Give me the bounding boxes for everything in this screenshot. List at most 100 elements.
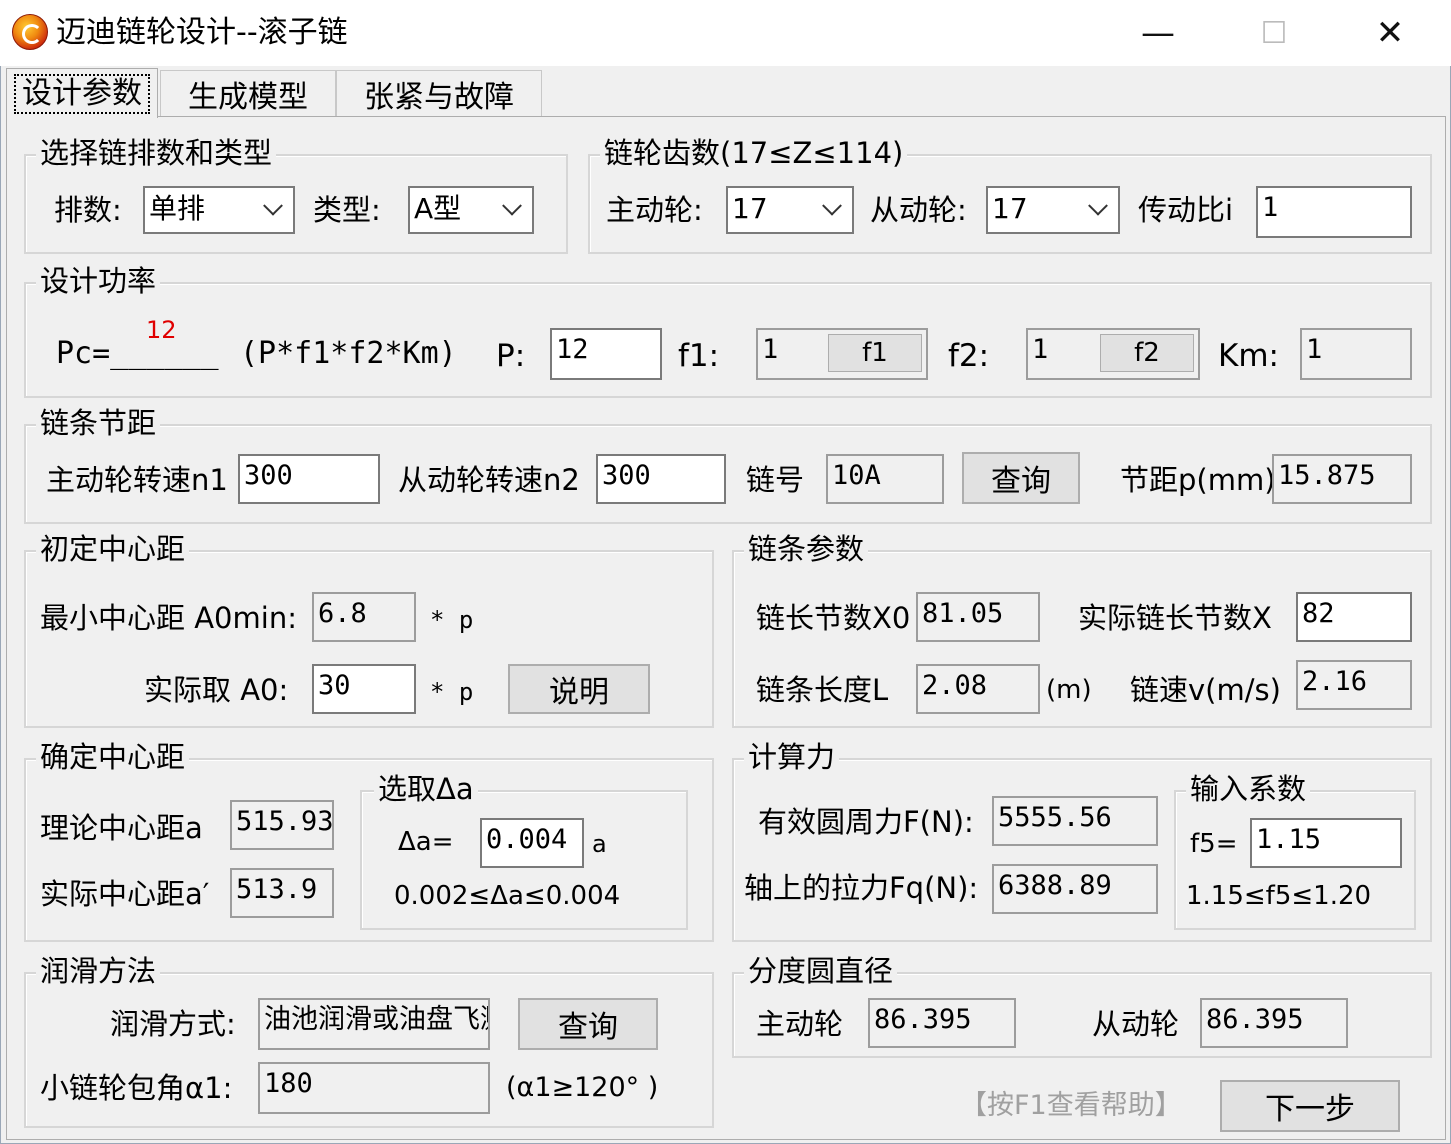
delta-unit: a	[592, 830, 607, 858]
x-field[interactable]: 82	[1296, 592, 1412, 642]
length-label: 链条长度L	[756, 673, 889, 707]
n1-field[interactable]: 300	[238, 454, 380, 504]
rows-label: 排数:	[54, 193, 122, 227]
chevron-down-icon	[500, 188, 524, 232]
rows-select[interactable]: 单排	[143, 186, 295, 234]
chain-query-button[interactable]: 查询	[962, 452, 1080, 504]
type-value: A型	[414, 192, 462, 225]
explain-button[interactable]: 说明	[508, 664, 650, 714]
min-center-label: 最小中心距 A0min:	[40, 601, 297, 635]
close-button[interactable]: ✕	[1332, 0, 1448, 66]
theory-center-field: 515.93	[230, 800, 334, 850]
p-label: P:	[496, 338, 526, 374]
driver-teeth-select[interactable]: 17	[726, 186, 854, 234]
actual-a0-label: 实际取 A0:	[144, 673, 289, 707]
rows-value: 单排	[149, 192, 206, 225]
delta-field[interactable]: 0.004	[480, 818, 584, 868]
chevron-down-icon	[820, 188, 844, 232]
driven-teeth-select[interactable]: 17	[986, 186, 1120, 234]
driver-teeth-label: 主动轮:	[606, 193, 703, 227]
group-title: 链轮齿数(17≤Z≤114)	[600, 136, 908, 170]
type-select[interactable]: A型	[408, 186, 534, 234]
group-title: 设计功率	[36, 264, 161, 298]
speed-label: 链速v(m/s)	[1130, 673, 1281, 707]
next-step-button[interactable]: 下一步	[1220, 1080, 1400, 1132]
x-label: 实际链长节数X	[1078, 601, 1272, 635]
effective-force-label: 有效圆周力F(N):	[758, 805, 974, 839]
chain-no-label: 链号	[746, 463, 805, 497]
f1-label: f1:	[678, 338, 720, 374]
speed-field: 2.16	[1296, 660, 1412, 710]
driven-dia-field: 86.395	[1200, 998, 1348, 1048]
x0-label: 链长节数X0	[756, 601, 911, 635]
chevron-down-icon	[261, 188, 285, 232]
f2-label: f2:	[948, 338, 990, 374]
group-title: 链条节距	[36, 406, 161, 440]
chevron-down-icon	[1086, 188, 1110, 232]
km-label: Km:	[1218, 338, 1279, 374]
min-center-field: 6.8	[312, 592, 416, 642]
wrap-angle-label: 小链轮包角α1:	[40, 1071, 233, 1105]
tab-design-params[interactable]: 设计参数	[6, 68, 158, 118]
length-unit: (m)	[1046, 675, 1092, 705]
group-title: 选择链排数和类型	[36, 136, 277, 170]
actual-center-label: 实际中心距a′	[40, 877, 210, 911]
p-field[interactable]: 12	[550, 328, 662, 380]
app-logo-icon	[12, 14, 48, 50]
pc-formula-right: (P*f1*f2*Km)	[240, 336, 457, 371]
ratio-label: 传动比i	[1138, 193, 1234, 227]
x0-field: 81.05	[916, 592, 1040, 642]
actual-center-field: 513.9	[230, 868, 334, 918]
tab-generate-model[interactable]: 生成模型	[160, 70, 336, 116]
driver-dia-field: 86.395	[868, 998, 1016, 1048]
tab-label: 设计参数	[14, 73, 150, 114]
lube-method-field: 油池润滑或油盘飞溅润滑	[258, 998, 490, 1050]
chain-no-field: 10A	[826, 454, 944, 504]
group-title: 确定中心距	[36, 740, 190, 774]
minimize-button[interactable]: —	[1100, 0, 1216, 66]
group-title: 分度圆直径	[744, 954, 898, 988]
n1-label: 主动轮转速n1	[46, 463, 228, 497]
f1-value: 1	[762, 334, 779, 365]
f1-button[interactable]: f1	[828, 334, 922, 372]
effective-force-field: 5555.56	[992, 796, 1158, 846]
pitch-label: 节距p(mm)	[1120, 463, 1276, 497]
pc-formula-left: Pc=______	[56, 336, 219, 371]
theory-center-label: 理论中心距a	[40, 811, 203, 845]
tab-tension-fault[interactable]: 张紧与故障	[336, 70, 542, 116]
driven-dia-label: 从动轮	[1092, 1007, 1180, 1041]
wrap-angle-field: 180	[258, 1062, 490, 1114]
length-field: 2.08	[916, 664, 1040, 714]
shaft-force-label: 轴上的拉力Fq(N):	[744, 871, 979, 905]
group-title: 链条参数	[744, 532, 869, 566]
maximize-button[interactable]: ☐	[1216, 0, 1332, 66]
n2-field[interactable]: 300	[596, 454, 726, 504]
f5-label: f5=	[1190, 829, 1238, 859]
delta-label: Δa=	[398, 827, 454, 857]
lube-method-label: 润滑方式:	[110, 1007, 236, 1041]
lube-query-button[interactable]: 查询	[518, 998, 658, 1050]
type-label: 类型:	[313, 193, 381, 227]
window-title: 迈迪链轮设计--滚子链	[56, 15, 348, 50]
actual-a0-unit: * p	[430, 678, 474, 706]
f2-button[interactable]: f2	[1100, 334, 1194, 372]
f2-value: 1	[1032, 334, 1049, 365]
delta-range: 0.002≤Δa≤0.004	[394, 881, 621, 911]
group-title: 选取Δa	[374, 772, 478, 806]
km-field: 1	[1300, 328, 1412, 380]
driven-teeth-label: 从动轮:	[870, 193, 967, 227]
group-title: 计算力	[744, 740, 840, 774]
help-hint: 【按F1查看帮助】	[960, 1090, 1182, 1121]
f5-range: 1.15≤f5≤1.20	[1186, 881, 1372, 911]
f5-field[interactable]: 1.15	[1250, 818, 1402, 868]
driver-teeth-value: 17	[732, 192, 768, 225]
actual-a0-field[interactable]: 30	[312, 664, 416, 714]
pitch-field: 15.875	[1272, 454, 1412, 504]
ratio-field[interactable]: 1	[1256, 186, 1412, 238]
group-title: 润滑方法	[36, 954, 161, 988]
driven-teeth-value: 17	[992, 192, 1028, 225]
n2-label: 从动轮转速n2	[398, 463, 580, 497]
group-title: 输入系数	[1186, 772, 1311, 806]
wrap-angle-range: (α1≥120° )	[506, 1072, 659, 1103]
driver-dia-label: 主动轮	[756, 1007, 844, 1041]
